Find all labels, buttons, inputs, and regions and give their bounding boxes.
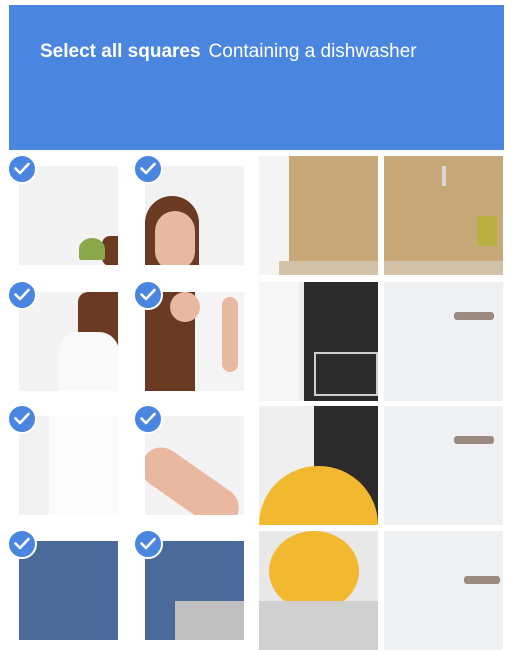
face	[155, 211, 195, 265]
tile-image-woman-back	[19, 292, 118, 391]
captcha-header: Select all squares Containing a dishwashe…	[9, 5, 504, 150]
grid-tile-r2-c4[interactable]	[384, 282, 503, 401]
grid-tile-r3-c4[interactable]	[384, 406, 503, 525]
counter	[384, 261, 503, 275]
drawer-handle	[454, 312, 494, 320]
grid-tile-r4-c2[interactable]	[135, 531, 254, 650]
rack	[175, 601, 244, 640]
tile-image-woman-arm	[145, 416, 244, 515]
instruction-text: Select all squares Containing a dishwashe…	[40, 41, 417, 63]
grid-tile-r1-c1[interactable]	[9, 156, 128, 275]
tile-image-kitchen-top	[259, 156, 378, 275]
shirt	[49, 416, 118, 515]
handle	[442, 166, 446, 186]
faucet	[477, 216, 497, 246]
grid-tile-r1-c3[interactable]	[259, 156, 378, 275]
tile-image-jeans-rack	[145, 541, 244, 640]
grid-tile-r4-c3[interactable]	[259, 531, 378, 650]
tile-image-woman-shirt	[19, 416, 118, 515]
counter	[279, 261, 378, 275]
tile-image-jeans	[19, 541, 118, 640]
tile-image-woman-face-hand	[145, 292, 244, 391]
tile-image-cabinet-wood	[384, 156, 503, 275]
cabinet	[289, 156, 378, 261]
instruction-target: Containing a dishwasher	[208, 41, 417, 62]
tile-image-dishwasher-rack	[259, 406, 378, 525]
tile-image-cabinet-drawer	[384, 282, 503, 401]
drawer-handle	[464, 576, 500, 584]
grid-tile-r4-c4[interactable]	[384, 531, 503, 650]
tile-image-plates	[259, 531, 378, 650]
grid-tile-r3-c2[interactable]	[135, 406, 254, 525]
instruction-bold: Select all squares	[40, 41, 201, 62]
image-grid	[9, 156, 504, 650]
grid-tile-r1-c2[interactable]	[135, 156, 254, 275]
rack	[314, 352, 378, 396]
door	[259, 282, 299, 401]
jeans	[19, 541, 118, 640]
tile-image-wall	[19, 166, 118, 265]
grid-tile-r4-c1[interactable]	[9, 531, 128, 650]
shirt	[59, 332, 118, 391]
grid-tile-r2-c2[interactable]	[135, 282, 254, 401]
plate	[269, 531, 359, 611]
arm	[145, 439, 244, 515]
tile-image-woman-head	[145, 166, 244, 265]
chin	[170, 292, 200, 322]
tile-image-cabinet-bottom	[384, 531, 503, 650]
hand	[222, 297, 238, 372]
grid-tile-r2-c1[interactable]	[9, 282, 128, 401]
tile-image-dishwasher-door	[259, 282, 378, 401]
drawer-handle	[454, 436, 494, 444]
plant	[79, 238, 105, 260]
grid-tile-r1-c4[interactable]	[384, 156, 503, 275]
tile-image-cabinet-drawer	[384, 406, 503, 525]
rack	[259, 601, 378, 650]
grid-tile-r2-c3[interactable]	[259, 282, 378, 401]
grid-tile-r3-c1[interactable]	[9, 406, 128, 525]
grid-tile-r3-c3[interactable]	[259, 406, 378, 525]
